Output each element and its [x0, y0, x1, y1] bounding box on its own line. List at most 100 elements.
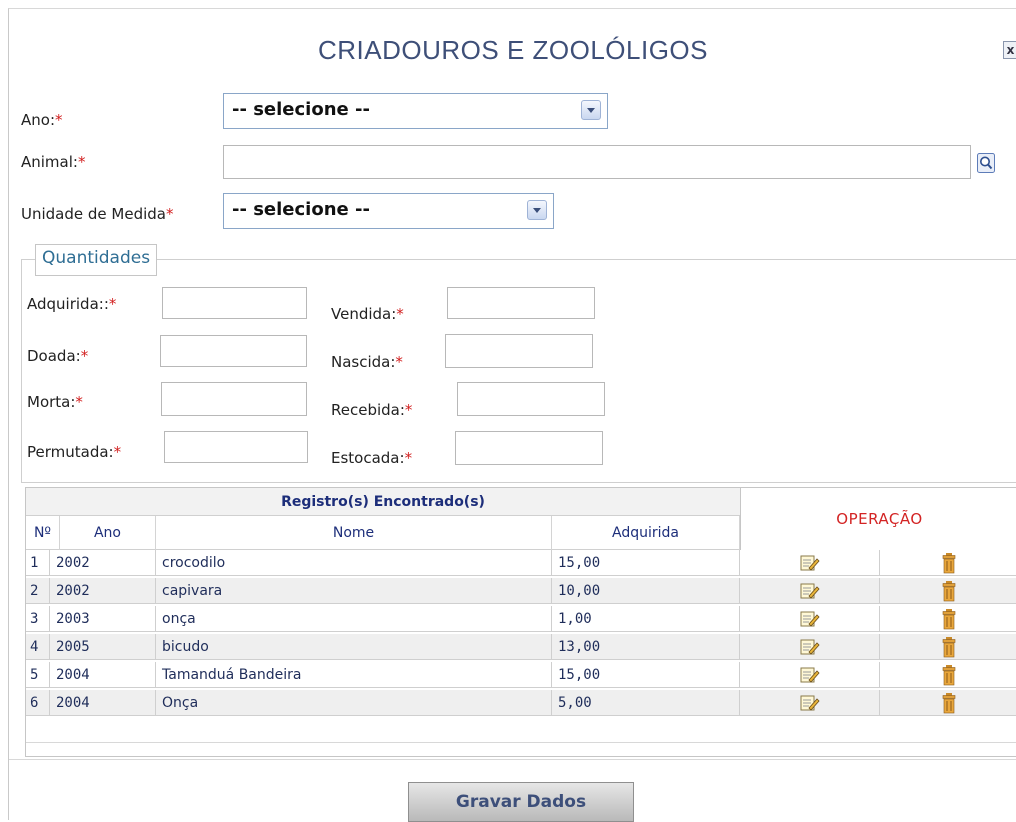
required-mark: *	[55, 111, 63, 129]
required-mark: *	[113, 443, 122, 461]
trash-icon[interactable]	[942, 608, 956, 630]
row-adquirida: 10,00	[552, 578, 740, 604]
table-row[interactable]: 4 2005 bicudo 13,00	[26, 634, 1016, 662]
nascida-label-text: Nascida:	[331, 353, 396, 371]
adquirida-label-text: Adquirida::	[27, 295, 109, 313]
chevron-down-icon[interactable]	[581, 100, 601, 120]
row-nome: crocodilo	[156, 550, 552, 576]
row-nome: Onça	[156, 690, 552, 716]
edit-icon[interactable]	[800, 666, 820, 684]
ano-select[interactable]: -- selecione --	[223, 93, 608, 129]
estocada-label-text: Estocada:	[331, 449, 405, 467]
row-adquirida: 1,00	[552, 606, 740, 632]
row-adquirida: 5,00	[552, 690, 740, 716]
edit-icon[interactable]	[800, 582, 820, 600]
edit-icon[interactable]	[800, 638, 820, 656]
trash-icon[interactable]	[942, 636, 956, 658]
gravar-dados-button[interactable]: Gravar Dados	[408, 782, 634, 822]
edit-cell	[740, 634, 880, 660]
row-ano: 2003	[50, 606, 156, 632]
form-window: CRIADOUROS E ZOOLÓLIGOS x Ano:* -- selec…	[8, 8, 1016, 822]
row-number: 4	[26, 634, 50, 660]
required-mark: *	[404, 449, 413, 467]
row-nome: Tamanduá Bandeira	[156, 662, 552, 688]
table-row[interactable]: 2 2002 capivara 10,00	[26, 578, 1016, 606]
permutada-label-text: Permutada:	[27, 443, 114, 461]
vendida-input[interactable]	[447, 287, 595, 319]
required-mark: *	[404, 401, 413, 419]
search-icon[interactable]	[977, 153, 995, 173]
vendida-label: Vendida:*	[331, 305, 404, 323]
row-number: 2	[26, 578, 50, 604]
doada-input[interactable]	[160, 335, 307, 367]
close-icon[interactable]: x	[1003, 41, 1016, 59]
delete-cell	[880, 578, 1016, 604]
row-adquirida: 15,00	[552, 662, 740, 688]
doada-label: Doada:*	[27, 347, 88, 365]
animal-label-text: Animal:	[21, 153, 78, 171]
delete-cell	[880, 550, 1016, 576]
row-nome: capivara	[156, 578, 552, 604]
row-number: 1	[26, 550, 50, 576]
required-mark: *	[108, 295, 117, 313]
unidade-select[interactable]: -- selecione --	[223, 193, 554, 229]
delete-cell	[880, 662, 1016, 688]
row-adquirida: 13,00	[552, 634, 740, 660]
results-table: Registro(s) Encontrado(s) OPERAÇÃO Nº An…	[25, 487, 1016, 757]
edit-icon[interactable]	[800, 610, 820, 628]
row-ano: 2005	[50, 634, 156, 660]
row-ano: 2004	[50, 690, 156, 716]
required-mark: *	[395, 353, 403, 371]
animal-input[interactable]	[223, 145, 971, 179]
unidade-select-value: -- selecione --	[232, 199, 370, 220]
row-number: 6	[26, 690, 50, 716]
recebida-label-text: Recebida:	[331, 401, 405, 419]
row-nome: bicudo	[156, 634, 552, 660]
delete-cell	[880, 634, 1016, 660]
estocada-label: Estocada:*	[331, 449, 412, 467]
required-mark: *	[396, 305, 404, 323]
trash-icon[interactable]	[942, 664, 956, 686]
chevron-down-icon[interactable]	[527, 200, 547, 220]
edit-icon[interactable]	[800, 554, 820, 572]
morta-label: Morta:*	[27, 393, 83, 411]
permutada-input[interactable]	[164, 431, 308, 463]
adquirida-input[interactable]	[162, 287, 307, 319]
table-title: Registro(s) Encontrado(s)	[26, 488, 740, 516]
adquirida-label: Adquirida::*	[27, 295, 116, 313]
row-number: 5	[26, 662, 50, 688]
table-footer	[26, 742, 1016, 746]
row-adquirida: 15,00	[552, 550, 740, 576]
column-header-adquirida: Adquirida	[552, 516, 740, 550]
required-mark: *	[75, 393, 83, 411]
ano-select-value: -- selecione --	[232, 99, 370, 120]
table-row[interactable]: 3 2003 onça 1,00	[26, 606, 1016, 634]
recebida-input[interactable]	[457, 382, 605, 416]
delete-cell	[880, 690, 1016, 716]
edit-icon[interactable]	[800, 694, 820, 712]
estocada-input[interactable]	[455, 431, 603, 465]
recebida-label: Recebida:*	[331, 401, 412, 419]
nascida-input[interactable]	[445, 334, 593, 368]
table-row[interactable]: 6 2004 Onça 5,00	[26, 690, 1016, 718]
unidade-label-text: Unidade de Medida	[21, 205, 166, 223]
trash-icon[interactable]	[942, 552, 956, 574]
required-mark: *	[80, 347, 89, 365]
row-ano: 2002	[50, 578, 156, 604]
trash-icon[interactable]	[942, 580, 956, 602]
table-row[interactable]: 1 2002 crocodilo 15,00	[26, 550, 1016, 578]
table-row[interactable]: 5 2004 Tamanduá Bandeira 15,00	[26, 662, 1016, 690]
page-title: CRIADOUROS E ZOOLÓLIGOS	[317, 35, 708, 65]
morta-input[interactable]	[161, 382, 307, 416]
row-number: 3	[26, 606, 50, 632]
edit-cell	[740, 606, 880, 632]
trash-icon[interactable]	[942, 692, 956, 714]
required-mark: *	[77, 153, 86, 171]
edit-cell	[740, 690, 880, 716]
unidade-label: Unidade de Medida*	[21, 205, 173, 223]
column-header-nome: Nome	[156, 516, 552, 550]
morta-label-text: Morta:	[27, 393, 76, 411]
animal-label: Animal:*	[21, 153, 85, 171]
permutada-label: Permutada:*	[27, 443, 121, 461]
required-mark: *	[165, 205, 174, 223]
